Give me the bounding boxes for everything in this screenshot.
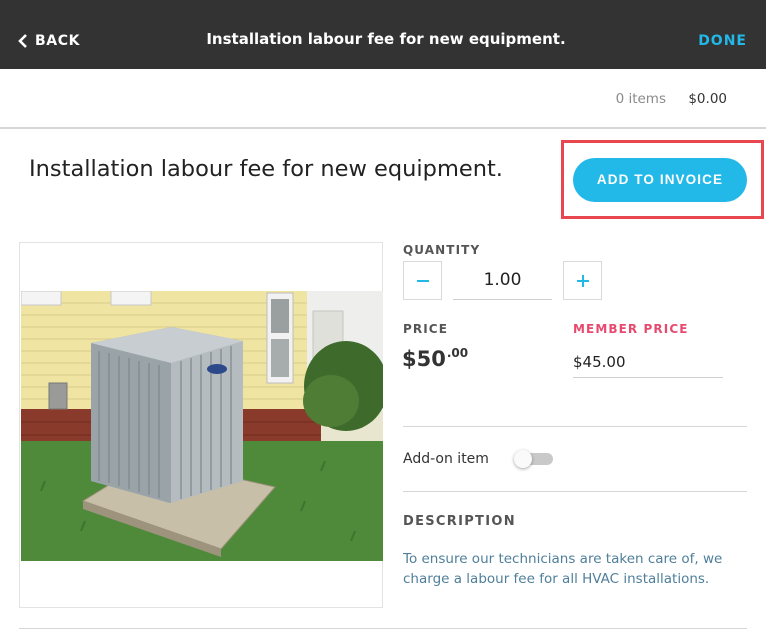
price-label: PRICE — [403, 322, 449, 336]
items-count: 0 items — [615, 91, 666, 107]
price-value: $50.00 — [402, 346, 468, 371]
page-title: Installation labour fee for new equipmen… — [206, 30, 566, 48]
product-heading: Installation labour fee for new equipmen… — [29, 156, 503, 182]
minus-icon — [417, 280, 429, 282]
description-label: DESCRIPTION — [403, 514, 516, 529]
back-label: BACK — [35, 33, 81, 49]
quantity-input[interactable] — [453, 261, 552, 300]
description-text: To ensure our technicians are taken care… — [403, 551, 723, 587]
chevron-left-icon — [18, 34, 27, 48]
add-to-invoice-button[interactable]: ADD TO INVOICE — [573, 158, 747, 202]
invoice-summary: 0 items $0.00 — [0, 69, 766, 129]
addon-label: Add-on item — [403, 451, 489, 467]
price-cents: .00 — [446, 346, 469, 360]
invoice-total: $0.00 — [688, 91, 727, 107]
member-price-label: MEMBER PRICE — [573, 322, 689, 336]
bottom-divider — [19, 628, 747, 629]
top-bar: BACK Installation labour fee for new equ… — [0, 0, 766, 69]
back-button[interactable]: BACK — [18, 26, 80, 56]
addon-toggle[interactable] — [514, 450, 553, 468]
divider — [403, 491, 747, 492]
member-price-input[interactable] — [573, 347, 723, 378]
toggle-knob — [514, 450, 532, 468]
price-dollars: $50 — [402, 347, 446, 371]
product-image-frame — [19, 242, 383, 608]
divider — [403, 426, 747, 427]
air-conditioner-image — [21, 291, 383, 561]
quantity-decrement-button[interactable] — [403, 261, 442, 300]
quantity-increment-button[interactable] — [563, 261, 602, 300]
quantity-label: QUANTITY — [403, 243, 481, 257]
done-button[interactable]: DONE — [698, 33, 747, 49]
